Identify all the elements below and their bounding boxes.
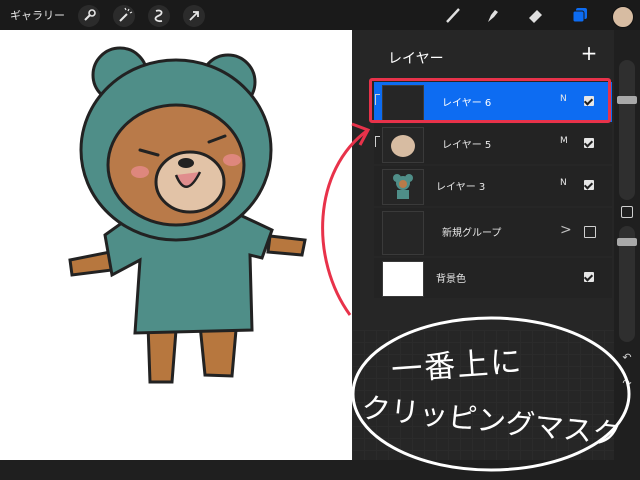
selection-icon[interactable] xyxy=(148,5,170,27)
blend-mode-button[interactable]: N xyxy=(560,178,567,188)
wrench-icon[interactable] xyxy=(78,5,100,27)
modify-button[interactable] xyxy=(621,206,633,218)
transform-arrow-icon[interactable] xyxy=(183,5,205,27)
layer-name: 背景色 xyxy=(436,274,466,285)
visibility-checkbox[interactable] xyxy=(584,226,596,238)
canvas-bottom-bar xyxy=(0,460,352,480)
color-icon[interactable] xyxy=(612,6,634,28)
background-color-thumbnail xyxy=(382,261,424,297)
annotation-line-2: クリッピングマスク xyxy=(359,390,623,452)
layers-panel-title: レイヤー xyxy=(388,51,444,67)
layer-row[interactable]: 背景色 xyxy=(374,258,612,298)
add-layer-button[interactable]: + xyxy=(580,43,598,63)
chevron-right-icon[interactable]: > xyxy=(560,222,572,238)
layer-group-row[interactable]: 新規グループ > xyxy=(374,208,612,256)
annotation-text: 一番上に クリッピングマスク xyxy=(345,300,635,475)
brush-icon[interactable] xyxy=(442,4,464,26)
annotation-line-1: 一番上に xyxy=(390,343,525,389)
visibility-checkbox[interactable] xyxy=(584,272,594,282)
size-slider-knob[interactable] xyxy=(617,96,637,104)
layers-icon[interactable] xyxy=(569,4,591,26)
group-thumbnail xyxy=(382,211,424,255)
layer-name: 新規グループ xyxy=(442,228,502,239)
eraser-icon[interactable] xyxy=(524,4,546,26)
brush-size-slider[interactable] xyxy=(617,60,637,200)
visibility-checkbox[interactable] xyxy=(584,138,594,148)
gallery-button[interactable]: ギャラリー xyxy=(10,7,65,23)
layer-row[interactable]: レイヤー 3 N xyxy=(374,166,612,206)
layer-name: レイヤー 5 xyxy=(442,140,492,151)
layer-name: レイヤー 3 xyxy=(436,182,486,193)
highlight-frame xyxy=(369,78,611,123)
layer-row[interactable]: レイヤー 5 M xyxy=(374,124,612,164)
layer-thumbnail xyxy=(382,169,424,205)
smudge-icon[interactable] xyxy=(482,4,504,26)
magic-wand-icon[interactable] xyxy=(113,5,135,27)
opacity-slider-knob[interactable] xyxy=(617,238,637,246)
blend-mode-button[interactable]: M xyxy=(560,136,568,146)
visibility-checkbox[interactable] xyxy=(584,180,594,190)
red-arrow xyxy=(321,122,371,316)
top-toolbar: ギャラリー xyxy=(0,0,640,30)
layer-thumbnail xyxy=(382,127,424,163)
